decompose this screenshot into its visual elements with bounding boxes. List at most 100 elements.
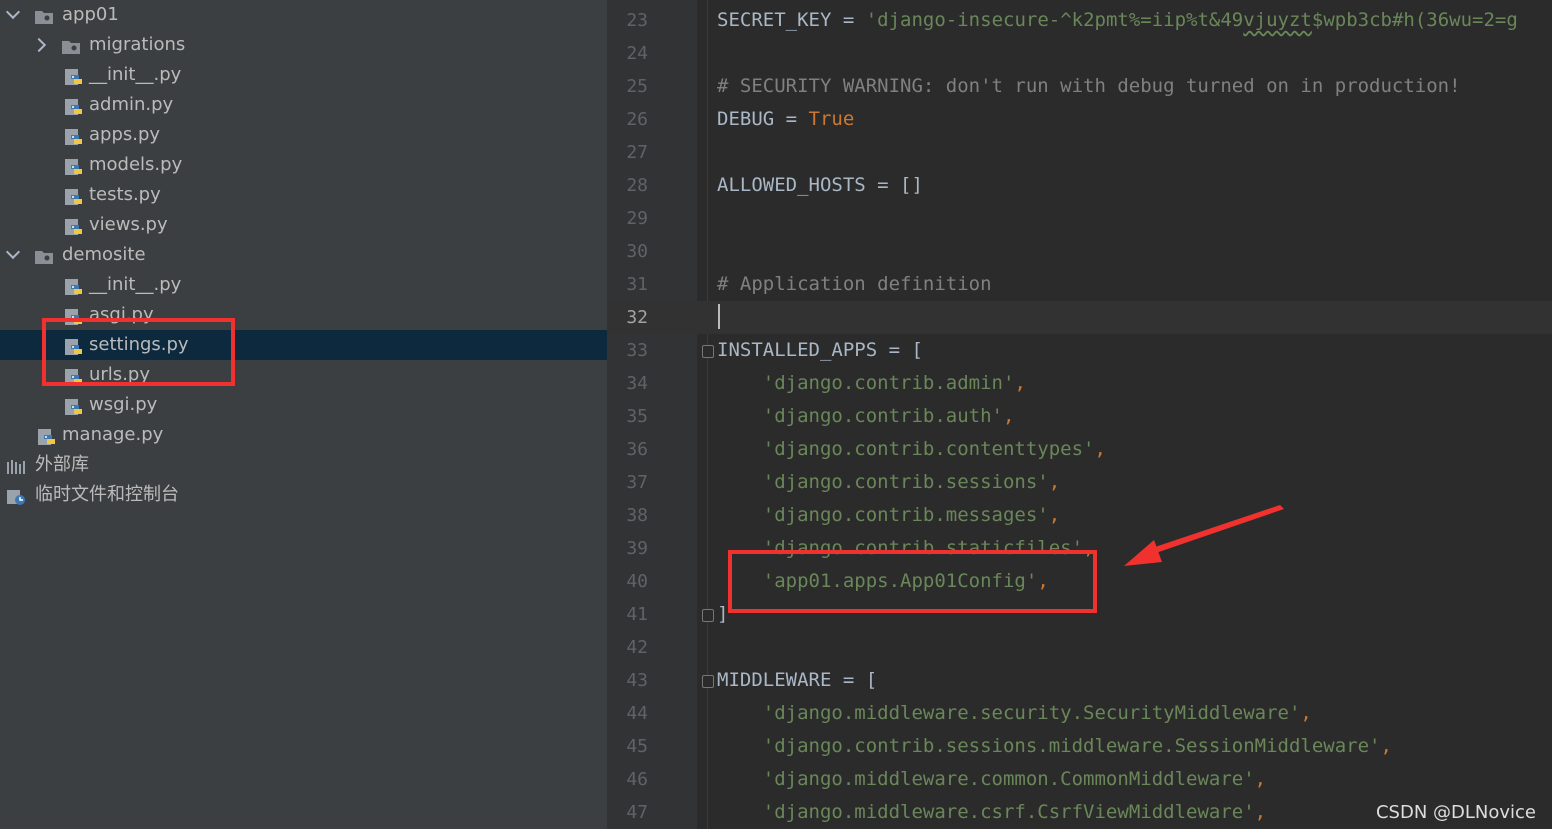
code-line[interactable]: 24 (607, 37, 1552, 70)
code-token: 'django.contrib.contenttypes' (762, 438, 1095, 460)
chevron-right-icon[interactable] (31, 37, 47, 53)
code-line[interactable]: 31 # Application definition (607, 268, 1552, 301)
tree-item-label: tests.py (89, 184, 161, 205)
code-line[interactable]: 27 (607, 136, 1552, 169)
code-token: 'django.contrib.messages' (762, 504, 1049, 526)
code-line[interactable]: 38 'django.contrib.messages', (607, 499, 1552, 532)
code-line[interactable]: 29 (607, 202, 1552, 235)
code-token: = [] (877, 174, 923, 196)
tree-item-label: admin.py (89, 94, 174, 115)
code-token: , (1048, 504, 1061, 526)
python-file-icon (64, 66, 84, 85)
tree-item-apps-py[interactable]: apps.py (0, 120, 607, 150)
folder-icon (34, 6, 54, 24)
text-caret (718, 304, 720, 329)
line-number: 26 (626, 109, 648, 130)
tree-item-item[interactable]: 临时文件和控制台 (0, 480, 607, 510)
python-file-icon (64, 186, 84, 205)
code-line[interactable]: 35 'django.contrib.auth', (607, 400, 1552, 433)
tree-item-item[interactable]: 外部库 (0, 450, 607, 480)
tree-item-label: manage.py (62, 424, 164, 445)
code-line[interactable]: 42 (607, 631, 1552, 664)
line-number: 42 (626, 637, 648, 658)
tree-item-demosite[interactable]: demosite (0, 240, 607, 270)
highlight-box-settings-file (42, 318, 235, 386)
line-number: 32 (626, 307, 648, 328)
fold-icon[interactable] (702, 609, 714, 622)
code-line[interactable]: 34 'django.contrib.admin', (607, 367, 1552, 400)
tree-item-label: models.py (89, 154, 183, 175)
scratches-icon (6, 486, 26, 505)
fold-icon[interactable] (702, 345, 714, 358)
tree-item-views-py[interactable]: views.py (0, 210, 607, 240)
tree-item-manage-py[interactable]: manage.py (0, 420, 607, 450)
code-token: = [ (888, 339, 923, 361)
chevron-down-icon[interactable] (5, 4, 21, 20)
tree-item-migrations[interactable]: migrations (0, 30, 607, 60)
code-text: MIDDLEWARE = [ (717, 664, 877, 697)
tree-item-app01[interactable]: app01 (0, 0, 607, 30)
code-token: SECRET_KEY (717, 9, 843, 31)
code-line[interactable]: 25 # SECURITY WARNING: don't run with deb… (607, 70, 1552, 103)
line-number: 27 (626, 142, 648, 163)
code-editor[interactable]: 23 SECRET_KEY = 'django-insecure-^k2pmt%=… (607, 0, 1552, 829)
code-text: 'django.contrib.sessions', (717, 466, 1060, 499)
code-line[interactable]: 28 ALLOWED_HOSTS = [] (607, 169, 1552, 202)
code-token: INSTALLED_APPS (717, 339, 889, 361)
tree-item-wsgi-py[interactable]: wsgi.py (0, 390, 607, 420)
chevron-down-icon[interactable] (5, 244, 21, 260)
code-line[interactable]: 30 (607, 235, 1552, 268)
tree-item-label: migrations (89, 34, 186, 55)
line-number: 33 (626, 340, 648, 361)
code-token: , (1300, 702, 1312, 724)
code-token: 'django.contrib.admin' (762, 372, 1015, 394)
line-number: 24 (626, 43, 648, 64)
tree-item-tests-py[interactable]: tests.py (0, 180, 607, 210)
python-file-icon (64, 276, 84, 295)
fold-icon[interactable] (702, 675, 714, 688)
tree-item-admin-py[interactable]: admin.py (0, 90, 607, 120)
code-line[interactable]: 23 SECRET_KEY = 'django-insecure-^k2pmt%=… (607, 4, 1552, 37)
library-icon (6, 456, 26, 474)
line-number: 28 (626, 175, 648, 196)
code-line[interactable]: 36 'django.contrib.contenttypes', (607, 433, 1552, 466)
code-line[interactable]: 44 'django.middleware.security.SecurityM… (607, 697, 1552, 730)
code-token: = (785, 108, 809, 130)
code-line[interactable]: 46 'django.middleware.common.CommonMiddl… (607, 763, 1552, 796)
code-text: ALLOWED_HOSTS = [] (717, 169, 923, 202)
tree-item-models-py[interactable]: models.py (0, 150, 607, 180)
line-number: 35 (626, 406, 648, 427)
code-token: , (1094, 438, 1106, 460)
code-line[interactable]: 26 DEBUG = True (607, 103, 1552, 136)
code-token: vjuyzt (1243, 9, 1312, 31)
code-line[interactable]: 43 MIDDLEWARE = [ (607, 664, 1552, 697)
code-text: 'django.contrib.auth', (717, 400, 1015, 433)
code-token: , (1254, 801, 1267, 823)
code-token: ] (717, 603, 729, 625)
code-token: $wpb3cb#h(36wu=2=g (1311, 9, 1518, 31)
python-file-icon (64, 96, 84, 115)
code-token: 'django.middleware.common.CommonMiddlewa… (762, 768, 1255, 790)
code-line[interactable]: 33 INSTALLED_APPS = [ (607, 334, 1552, 367)
line-number: 29 (626, 208, 648, 229)
code-line[interactable]: 37 'django.contrib.sessions', (607, 466, 1552, 499)
project-tree-panel[interactable]: app01 migrations __init__.py admin.py apps.p… (0, 0, 607, 829)
code-line[interactable]: 32 (607, 301, 1552, 334)
code-text: 'django.middleware.csrf.CsrfViewMiddlewa… (717, 796, 1266, 829)
line-number: 25 (626, 76, 648, 97)
code-line[interactable]: 45 'django.contrib.sessions.middleware.S… (607, 730, 1552, 763)
tree-item-init-py[interactable]: __init__.py (0, 60, 607, 90)
tree-item-label: __init__.py (89, 64, 182, 85)
code-token: , (1002, 405, 1015, 427)
code-text: ] (717, 598, 728, 631)
tree-item-init-py[interactable]: __init__.py (0, 270, 607, 300)
arrow-head (1124, 540, 1162, 566)
watermark-text: CSDN @DLNovice (1375, 802, 1536, 823)
line-number: 39 (626, 538, 648, 559)
